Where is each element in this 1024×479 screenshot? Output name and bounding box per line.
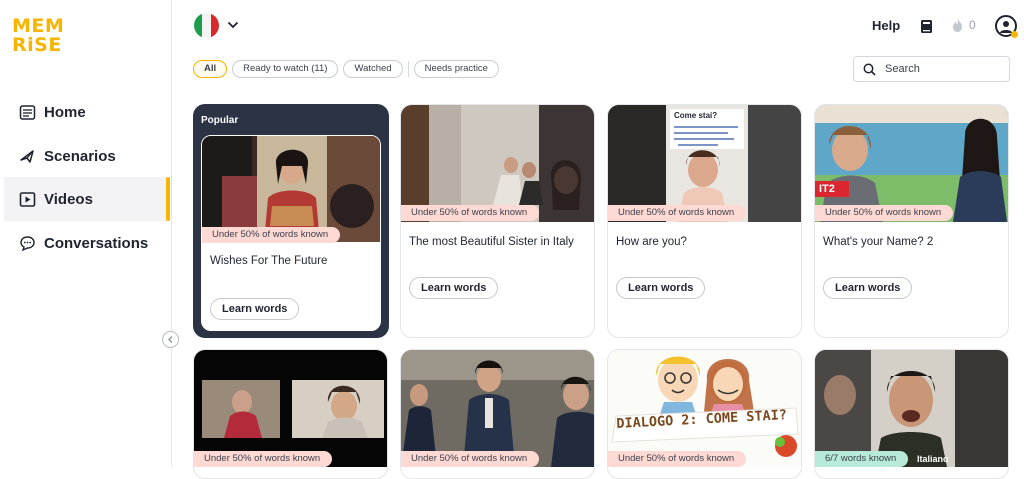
featured-video-card[interactable]: Popular Under 50% of words known Wishes …	[193, 104, 389, 338]
filter-bar: All Ready to watch (11) Watched Needs pr…	[193, 60, 504, 78]
chevron-down-icon[interactable]	[226, 18, 240, 32]
scenarios-icon	[18, 147, 36, 165]
words-known-badge: Under 50% of words known	[194, 451, 333, 467]
search-icon	[863, 63, 876, 76]
words-known-badge: Under 50% of words known	[202, 227, 341, 243]
filter-chip-all[interactable]: All	[193, 60, 228, 78]
filter-chip-needs-practice[interactable]: Needs practice	[413, 60, 499, 78]
collapse-sidebar-button[interactable]	[162, 331, 179, 348]
learn-words-button[interactable]: Learn words	[823, 277, 913, 299]
sidebar-item-label: Conversations	[44, 234, 149, 252]
conversations-icon	[18, 234, 36, 252]
video-card[interactable]: Under 50% of words known Wishes For The …	[201, 135, 381, 331]
video-thumbnail	[401, 350, 594, 467]
dictionary-icon[interactable]	[920, 19, 934, 33]
video-title: How are you?	[616, 236, 687, 248]
home-icon	[18, 103, 36, 121]
avatar[interactable]	[995, 15, 1018, 38]
video-thumbnail: DIALOGO 2: COME STAI?	[608, 350, 801, 467]
flame-icon	[953, 18, 962, 32]
search-box[interactable]	[853, 56, 1010, 82]
popular-label: Popular	[201, 115, 239, 126]
learn-words-button[interactable]: Learn words	[210, 298, 300, 320]
thumbnail-caption: Come stai?	[674, 111, 718, 120]
words-known-badge: Under 50% of words known	[608, 205, 747, 221]
streak-count: 0	[969, 18, 976, 32]
sidebar-item-label: Scenarios	[44, 147, 116, 165]
sidebar-item-label: Home	[44, 103, 86, 121]
sidebar-item-home[interactable]: Home	[4, 90, 170, 134]
sidebar-item-videos[interactable]: Videos	[4, 177, 170, 221]
video-thumbnail	[194, 350, 387, 467]
logo-line-2: RiSE	[12, 34, 62, 56]
video-thumbnail: Italiano	[815, 350, 1008, 467]
words-known-badge: Under 50% of words known	[401, 451, 540, 467]
thumbnail-tag: IT2	[819, 183, 835, 195]
video-card[interactable]: Under 50% of words known The most Beauti…	[400, 104, 595, 338]
video-card[interactable]: Under 50% of words known	[193, 349, 388, 479]
sidebar-item-conversations[interactable]: Conversations	[4, 221, 170, 265]
video-title: Wishes For The Future	[210, 255, 328, 267]
memrise-logo[interactable]: MEM RiSE	[12, 17, 64, 56]
videos-icon	[18, 190, 36, 208]
filter-divider	[407, 61, 409, 77]
words-known-badge: Under 50% of words known	[401, 205, 540, 221]
learn-words-button[interactable]: Learn words	[409, 277, 499, 299]
thumbnail-caption: Italiano	[917, 454, 949, 464]
chevron-left-icon	[168, 336, 173, 343]
filter-chip-watched[interactable]: Watched	[343, 60, 403, 78]
streak-counter[interactable]: 0	[951, 17, 976, 33]
video-title: The most Beautiful Sister in Italy	[409, 236, 574, 248]
sidebar: MEM RiSE Home Scenarios Videos Conversat…	[0, 0, 172, 467]
video-card[interactable]: Come stai? Under 50% of words known How …	[607, 104, 802, 338]
italian-flag-icon[interactable]	[194, 13, 219, 38]
words-known-badge: Under 50% of words known	[815, 205, 954, 221]
words-known-badge: Under 50% of words known	[608, 451, 747, 467]
sidebar-item-label: Videos	[44, 190, 93, 208]
filter-chip-ready[interactable]: Ready to watch (11)	[232, 60, 339, 78]
help-link[interactable]: Help	[872, 18, 900, 33]
video-card[interactable]: Under 50% of words known	[400, 349, 595, 479]
video-title: What's your Name? 2	[823, 236, 934, 248]
sidebar-item-scenarios[interactable]: Scenarios	[4, 134, 170, 178]
words-known-badge: 6/7 words known	[815, 451, 909, 467]
learn-words-button[interactable]: Learn words	[616, 277, 706, 299]
video-card[interactable]: Italiano 6/7 words known	[814, 349, 1009, 479]
video-card[interactable]: DIALOGO 2: COME STAI? Under 50% of words…	[607, 349, 802, 479]
video-card[interactable]: IT2 Under 50% of words known What's your…	[814, 104, 1009, 338]
notification-dot	[1011, 31, 1018, 38]
search-input[interactable]	[885, 63, 995, 75]
